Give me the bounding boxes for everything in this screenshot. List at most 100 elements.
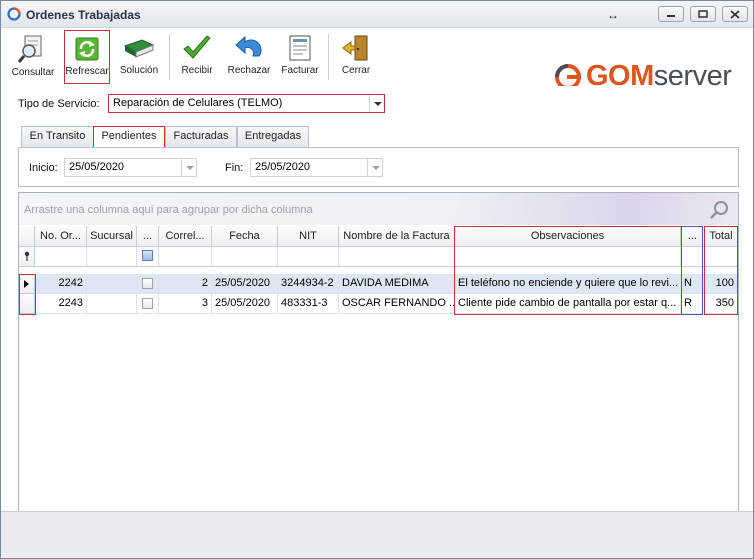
cell-total[interactable]: 350 bbox=[705, 294, 738, 314]
row-indicator-header bbox=[19, 226, 35, 247]
column-header-fecha[interactable]: Fecha bbox=[212, 226, 278, 247]
filter-cell-observaciones[interactable] bbox=[455, 247, 681, 267]
consultar-label: Consultar bbox=[11, 67, 55, 78]
column-header-nit[interactable]: NIT bbox=[278, 226, 339, 247]
cell-no-orden[interactable]: 2242 bbox=[35, 274, 87, 294]
tipo-servicio-value: Reparación de Celulares (TELMO) bbox=[113, 97, 283, 109]
rechazar-button[interactable]: Rechazar bbox=[226, 30, 272, 84]
chevron-down-icon[interactable] bbox=[181, 159, 196, 176]
invoice-icon bbox=[289, 35, 311, 61]
chevron-down-icon[interactable] bbox=[367, 159, 382, 176]
title-bar: Ordenes Trabajadas ↔ bbox=[1, 1, 753, 28]
column-header-sucursal[interactable]: Sucursal bbox=[87, 226, 137, 247]
cell-nombre[interactable]: OSCAR FERNANDO ... bbox=[339, 294, 455, 314]
filter-cell-nombre[interactable] bbox=[339, 247, 455, 267]
orders-grid: Arrastre una columna aquí para agrupar p… bbox=[18, 192, 739, 555]
fin-date-picker[interactable]: 25/05/2020 bbox=[250, 158, 383, 177]
cell-correlativo[interactable]: 2 bbox=[159, 274, 212, 294]
cerrar-label: Cerrar bbox=[341, 65, 371, 76]
cell-checkbox[interactable] bbox=[137, 274, 159, 294]
current-row-arrow-icon bbox=[24, 280, 29, 288]
solucion-label: Solución bbox=[119, 65, 159, 76]
filter-row-indicator bbox=[19, 247, 35, 267]
cell-sucursal[interactable] bbox=[87, 294, 137, 314]
row-checkbox[interactable] bbox=[142, 278, 153, 289]
filter-cell-sucursal[interactable] bbox=[87, 247, 137, 267]
column-header-total[interactable]: Total bbox=[705, 226, 738, 247]
group-by-prompt: Arrastre una columna aquí para agrupar p… bbox=[24, 204, 313, 216]
column-header-correlativo[interactable]: Correl... bbox=[159, 226, 212, 247]
cell-no-orden[interactable]: 2243 bbox=[35, 294, 87, 314]
tab-entregadas[interactable]: Entregadas bbox=[237, 126, 309, 147]
toolbar: Consultar Refrescar Solución Recibir Rec… bbox=[1, 28, 753, 92]
search-icon[interactable] bbox=[710, 200, 730, 220]
filter-cell-fecha[interactable] bbox=[212, 247, 278, 267]
filter-cell-correlativo[interactable] bbox=[159, 247, 212, 267]
toolbar-separator bbox=[328, 34, 329, 80]
toolbar-separator bbox=[169, 34, 170, 80]
group-by-panel[interactable]: Arrastre una columna aquí para agrupar p… bbox=[19, 193, 738, 225]
close-icon bbox=[730, 10, 740, 19]
column-header-observaciones[interactable]: Observaciones bbox=[455, 226, 681, 247]
cell-nombre[interactable]: DAVIDA MEDIMA bbox=[339, 274, 455, 294]
cell-total[interactable]: 100 bbox=[705, 274, 738, 294]
row-indicator[interactable] bbox=[19, 274, 35, 294]
rechazar-label: Rechazar bbox=[227, 65, 271, 76]
cell-flag[interactable]: N bbox=[681, 274, 705, 294]
date-filter-panel: Inicio: 25/05/2020 Fin: 25/05/2020 bbox=[18, 147, 739, 187]
row-indicator[interactable] bbox=[19, 294, 35, 314]
column-header-no-orden[interactable]: No. Or... bbox=[35, 226, 87, 247]
row-checkbox[interactable] bbox=[142, 298, 153, 309]
refresh-icon bbox=[75, 37, 99, 61]
app-window: Ordenes Trabajadas ↔ Consultar Refrescar… bbox=[0, 0, 754, 559]
filter-cell-flag[interactable] bbox=[681, 247, 705, 267]
fin-date-value: 25/05/2020 bbox=[255, 161, 311, 173]
close-button[interactable] bbox=[722, 6, 748, 22]
cell-fecha[interactable]: 25/05/2020 bbox=[212, 274, 278, 294]
tab-facturadas[interactable]: Facturadas bbox=[165, 126, 237, 147]
app-logo-icon bbox=[7, 7, 21, 21]
tab-en-transito[interactable]: En Transito bbox=[21, 126, 94, 147]
column-header-flag[interactable]: ... bbox=[681, 226, 705, 247]
exit-door-icon bbox=[342, 35, 368, 61]
recibir-button[interactable]: Recibir bbox=[175, 30, 219, 84]
cell-checkbox[interactable] bbox=[137, 294, 159, 314]
cell-observaciones[interactable]: Cliente pide cambio de pantalla por esta… bbox=[455, 294, 681, 314]
solucion-button[interactable]: Solución bbox=[116, 30, 162, 84]
cell-nit[interactable]: 3244934-2 bbox=[278, 274, 339, 294]
filter-cell-no-orden[interactable] bbox=[35, 247, 87, 267]
cerrar-button[interactable]: Cerrar bbox=[335, 30, 377, 84]
cell-sucursal[interactable] bbox=[87, 274, 137, 294]
pin-icon bbox=[24, 251, 30, 261]
filter-cell-nit[interactable] bbox=[278, 247, 339, 267]
refrescar-button[interactable]: Refrescar bbox=[64, 30, 110, 84]
minimize-button[interactable] bbox=[658, 6, 684, 22]
maximize-button[interactable] bbox=[690, 6, 716, 22]
cell-fecha[interactable]: 25/05/2020 bbox=[212, 294, 278, 314]
tab-pendientes[interactable]: Pendientes bbox=[93, 126, 165, 148]
facturar-button[interactable]: Facturar bbox=[279, 30, 321, 84]
column-header-check[interactable]: ... bbox=[137, 226, 159, 247]
status-bar bbox=[1, 511, 753, 558]
filter-cell-total[interactable] bbox=[705, 247, 738, 267]
inicio-label: Inicio: bbox=[29, 162, 58, 174]
minimize-icon bbox=[667, 15, 675, 17]
cell-observaciones[interactable]: El teléfono no enciende y quiere que lo … bbox=[455, 274, 681, 294]
cell-flag[interactable]: R bbox=[681, 294, 705, 314]
cell-nit[interactable]: 483331-3 bbox=[278, 294, 339, 314]
tipo-servicio-select[interactable]: Reparación de Celulares (TELMO) bbox=[108, 94, 385, 113]
inicio-date-picker[interactable]: 25/05/2020 bbox=[64, 158, 197, 177]
undo-arrow-icon bbox=[235, 35, 262, 57]
filter-checkbox[interactable] bbox=[142, 250, 153, 261]
cell-correlativo[interactable]: 3 bbox=[159, 294, 212, 314]
chevron-down-icon[interactable] bbox=[369, 95, 384, 112]
tipo-servicio-label: Tipo de Servicio: bbox=[18, 98, 100, 110]
column-header-nombre-factura[interactable]: Nombre de la Factura bbox=[339, 226, 455, 247]
refrescar-label: Refrescar bbox=[65, 66, 109, 77]
main-panel: Tipo de Servicio: Reparación de Celulare… bbox=[1, 86, 753, 558]
inicio-date-value: 25/05/2020 bbox=[69, 161, 125, 173]
resize-arrows-icon[interactable]: ↔ bbox=[607, 8, 619, 22]
consultar-button[interactable]: Consultar bbox=[7, 30, 59, 84]
filter-cell-check[interactable] bbox=[137, 247, 159, 267]
window-title: Ordenes Trabajadas bbox=[26, 8, 141, 22]
